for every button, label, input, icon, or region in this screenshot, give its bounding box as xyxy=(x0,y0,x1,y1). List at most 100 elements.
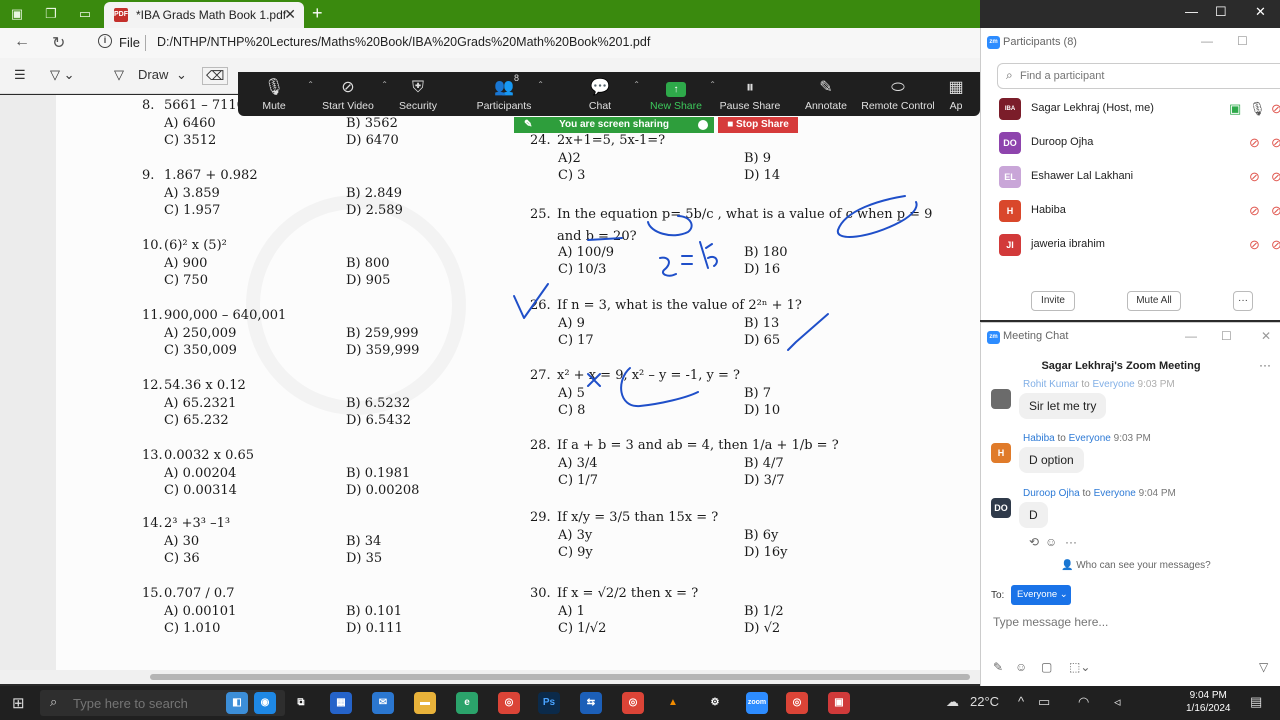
option-a[interactable]: A) 3/4 xyxy=(558,456,598,471)
toolbar-button-pause[interactable]: ⏸ Pause Share xyxy=(708,76,792,112)
chevron-down-icon[interactable]: ⌄ xyxy=(176,67,187,83)
find-participant-box[interactable]: ⌕ xyxy=(997,63,1280,89)
chrome-icon[interactable]: ◎ xyxy=(498,692,520,714)
option-b[interactable]: B) 6.5232 xyxy=(346,396,410,411)
edge-icon[interactable]: e xyxy=(456,692,478,714)
chrome-alt-icon[interactable]: ◎ xyxy=(786,692,808,714)
video-off-icon[interactable]: ⊘ xyxy=(1271,135,1280,151)
option-b[interactable]: B) 9 xyxy=(744,151,771,166)
option-d[interactable]: D) 35 xyxy=(346,551,382,566)
participant-row[interactable]: EL Eshawer Lal Lakhani ⊘ ⊘ xyxy=(981,160,1280,194)
vlc-icon[interactable]: ▲ xyxy=(662,692,684,714)
option-d[interactable]: D) √2 xyxy=(744,621,780,636)
option-d[interactable]: D) 16y xyxy=(744,545,788,560)
mic-muted-icon[interactable]: ⊘ xyxy=(1249,169,1260,185)
filter-icon[interactable]: ▽ xyxy=(1259,660,1268,674)
minimize-icon[interactable]: — xyxy=(1201,34,1213,48)
option-c[interactable]: C) 350,009 xyxy=(164,343,237,358)
maximize-icon[interactable]: ☐ xyxy=(1215,4,1227,20)
option-b[interactable]: B) 3562 xyxy=(346,116,398,131)
option-b[interactable]: B) 0.101 xyxy=(346,604,402,619)
teamviewer-icon[interactable]: ⇆ xyxy=(580,692,602,714)
option-d[interactable]: D) 6.5432 xyxy=(346,413,411,428)
option-c[interactable]: C) 36 xyxy=(164,551,200,566)
option-a[interactable]: A) 9 xyxy=(558,316,585,331)
photoshop-icon[interactable]: Ps xyxy=(538,692,560,714)
option-c[interactable]: C) 0.00314 xyxy=(164,483,237,498)
option-a[interactable]: A) 0.00101 xyxy=(164,604,236,619)
option-b[interactable]: B) 180 xyxy=(744,245,788,260)
option-c[interactable]: C) 1/√2 xyxy=(558,621,606,636)
highlight-icon[interactable]: ▽ ⌄ xyxy=(50,67,75,83)
chevron-up-icon[interactable]: ⌃ xyxy=(537,80,544,89)
option-d[interactable]: D) 14 xyxy=(744,168,780,183)
option-d[interactable]: D) 2.589 xyxy=(346,203,403,218)
mail-icon[interactable]: ✉ xyxy=(372,692,394,714)
option-c[interactable]: C) 9y xyxy=(558,545,593,560)
store-app-icon[interactable]: ◉ xyxy=(254,692,276,714)
minimize-icon[interactable]: — xyxy=(1185,329,1197,343)
video-off-icon[interactable]: ⊘ xyxy=(1271,169,1280,185)
screenshot-icon[interactable]: ⬚⌄ xyxy=(1069,660,1090,674)
mic-muted-icon[interactable]: ⊘ xyxy=(1249,203,1260,219)
tray-chevron-icon[interactable]: ^ xyxy=(1018,694,1024,709)
option-a[interactable]: A) 250,009 xyxy=(164,326,236,341)
store-icon[interactable]: ▦ xyxy=(330,692,352,714)
option-d[interactable]: D) 0.00208 xyxy=(346,483,419,498)
option-d[interactable]: D) 359,999 xyxy=(346,343,419,358)
more-icon[interactable]: ··· xyxy=(1259,358,1271,372)
invite-button[interactable]: Invite xyxy=(1031,291,1075,311)
windows-start-icon[interactable]: ⊞ xyxy=(12,694,25,712)
participant-row[interactable]: IBA Sagar Lekhraj (Host, me) ▣ 🎙 ⊘ xyxy=(981,92,1280,126)
chrome-profile-icon[interactable]: ◎ xyxy=(622,692,644,714)
option-b[interactable]: B) 800 xyxy=(346,256,390,271)
horizontal-scrollbar[interactable] xyxy=(0,670,980,684)
who-can-see-link[interactable]: 👤 Who can see your messages? xyxy=(1061,560,1211,571)
video-off-icon[interactable]: ⊘ xyxy=(1271,237,1280,253)
option-d[interactable]: D) 16 xyxy=(744,262,780,277)
screen-capture-icon[interactable]: ▣ xyxy=(828,692,850,714)
option-a[interactable]: A)2 xyxy=(558,151,581,166)
file-icon[interactable]: ▢ xyxy=(1041,660,1052,674)
eraser-icon[interactable]: ⌫ xyxy=(202,67,229,85)
option-a[interactable]: A) 100/9 xyxy=(558,245,614,260)
option-d[interactable]: D) 905 xyxy=(346,273,390,288)
option-c[interactable]: C) 750 xyxy=(164,273,208,288)
browser-menu-icon[interactable]: ▣ xyxy=(8,5,26,23)
option-b[interactable]: B) 259,999 xyxy=(346,326,419,341)
option-b[interactable]: B) 7 xyxy=(744,386,771,401)
mic-muted-icon[interactable]: ⊘ xyxy=(1249,135,1260,151)
option-b[interactable]: B) 2.849 xyxy=(346,186,402,201)
zoom-app-icon[interactable]: zoom xyxy=(746,692,768,714)
option-a[interactable]: A) 900 xyxy=(164,256,207,271)
chat-message-input[interactable] xyxy=(993,611,1263,633)
find-participant-input[interactable] xyxy=(1020,67,1270,85)
minimize-icon[interactable]: — xyxy=(1185,4,1198,19)
option-b[interactable]: B) 34 xyxy=(346,534,381,549)
option-c[interactable]: C) 3512 xyxy=(164,133,216,148)
refresh-icon[interactable]: ↻ xyxy=(52,33,65,53)
option-a[interactable]: A) 3y xyxy=(558,528,592,543)
workspaces-icon[interactable]: ❐ xyxy=(42,5,60,23)
option-c[interactable]: C) 17 xyxy=(558,333,594,348)
scroll-thumb[interactable] xyxy=(150,674,970,680)
tab-actions-icon[interactable]: ▭ xyxy=(76,5,94,23)
option-b[interactable]: B) 1/2 xyxy=(744,604,784,619)
video-off-icon[interactable]: ⊘ xyxy=(1271,203,1280,219)
option-b[interactable]: B) 13 xyxy=(744,316,779,331)
toolbar-button-participants[interactable]: 👥 Participants 8 ⌃ xyxy=(462,73,546,112)
toolbar-button-shield[interactable]: ⛨ Security xyxy=(376,76,460,112)
maximize-icon[interactable]: ☐ xyxy=(1237,34,1248,48)
toolbar-button-apps[interactable]: ▦ Ap xyxy=(936,76,976,112)
close-icon[interactable]: ✕ xyxy=(1261,329,1271,343)
tab-pdf[interactable]: PDF *IBA Grads Math Book 1.pdf ✕ xyxy=(104,2,304,28)
new-tab-icon[interactable]: + xyxy=(312,3,323,24)
volume-icon[interactable]: ◃ xyxy=(1114,694,1121,710)
close-icon[interactable]: ✕ xyxy=(1255,4,1266,20)
battery-icon[interactable]: ▭ xyxy=(1038,694,1050,710)
draw-label[interactable]: Draw xyxy=(138,67,168,82)
toolbar-button-chat[interactable]: 💬 Chat ⌃ xyxy=(558,76,642,112)
format-icon[interactable]: ✎ xyxy=(993,660,1003,674)
toolbar-button-share[interactable]: ↑ New Share ⌃ xyxy=(634,76,718,112)
system-clock[interactable]: 9:04 PM 1/16/2024 xyxy=(1186,689,1231,715)
